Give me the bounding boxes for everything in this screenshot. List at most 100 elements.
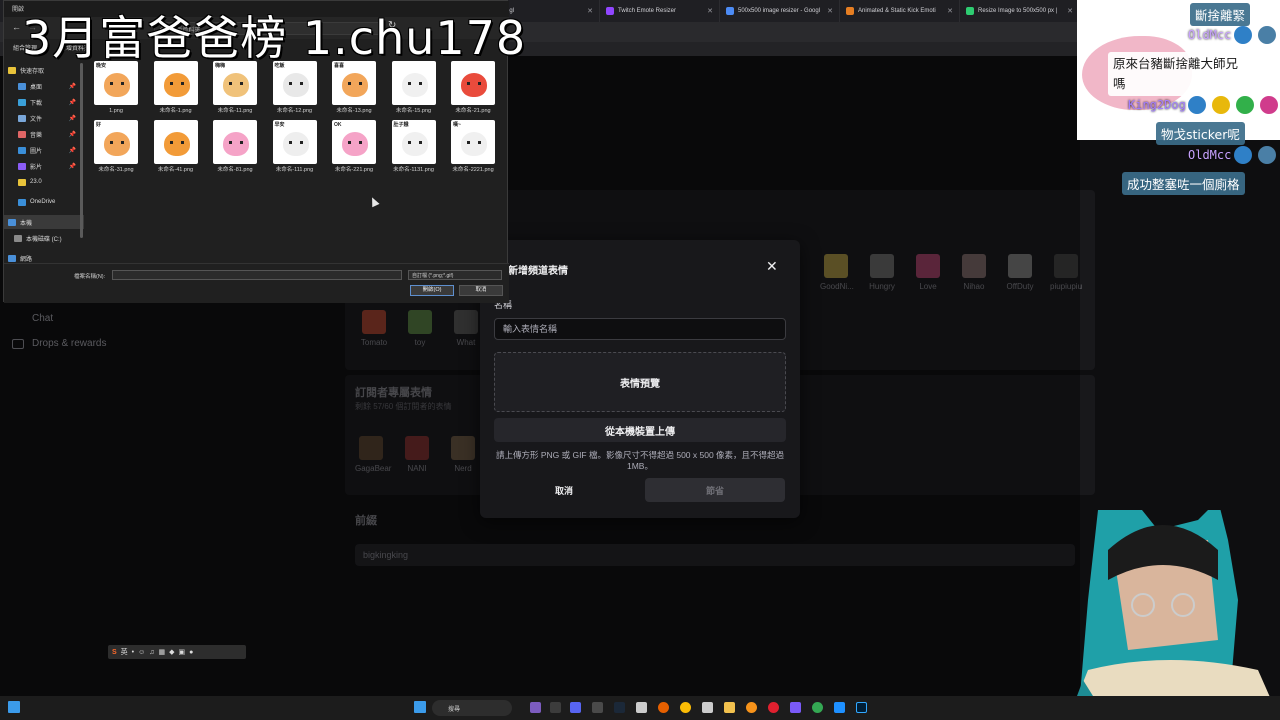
microphone-icon[interactable]: ♫ (149, 649, 154, 656)
file-item[interactable]: 未命名-1.png (150, 61, 202, 115)
chat-username: OldMcc (1188, 28, 1232, 42)
filetype-select[interactable]: 自訂檔 (*.png;*.gif) (408, 270, 502, 280)
discord-icon[interactable] (570, 702, 581, 713)
folder-icon (14, 234, 22, 242)
file-item[interactable]: 未命名-21.png (447, 61, 499, 115)
task-view-icon[interactable] (550, 702, 561, 713)
messenger-icon[interactable] (790, 702, 801, 713)
tab-close-icon[interactable]: ✕ (587, 7, 593, 15)
nav-item[interactable]: 桌面 📌 (4, 79, 84, 93)
nav-item[interactable]: OneDrive (4, 195, 84, 209)
folder-icon (18, 178, 26, 186)
tab-close-icon[interactable]: ✕ (1067, 7, 1073, 15)
app-icon[interactable] (530, 702, 541, 713)
file-item[interactable]: 未命名-81.png (209, 120, 261, 174)
nav-item[interactable]: 圖片 📌 (4, 143, 84, 157)
star-badge-icon (1236, 96, 1254, 114)
file-name: 1.png (109, 108, 123, 114)
keyboard-icon[interactable]: ▦ (159, 648, 166, 656)
file-item[interactable]: OK 未命名-221.png (328, 120, 380, 174)
taskbar-search[interactable]: 搜尋 (432, 700, 512, 716)
nav-item-label: 影片 (30, 164, 43, 171)
file-thumbnail (153, 120, 198, 164)
filename-input[interactable] (112, 270, 402, 280)
file-item[interactable]: 嗨嗨 未命名-11.png (209, 61, 261, 115)
cancel-button[interactable]: 取消 (494, 478, 634, 502)
nav-item[interactable]: 本機磁碟 (C:) (4, 231, 84, 245)
chrome-alt-icon[interactable] (812, 702, 823, 713)
app-icon[interactable] (834, 702, 845, 713)
folder-icon (18, 146, 26, 154)
toolbox-icon[interactable]: ▣ (179, 648, 186, 656)
photoshop-icon[interactable] (856, 702, 867, 713)
mascot-icon[interactable]: ● (189, 649, 193, 656)
window-icon[interactable] (636, 702, 647, 713)
windows-start-icon[interactable] (414, 701, 426, 713)
file-name: 未命名-221.png (334, 167, 374, 173)
file-name: 未命名-111.png (275, 167, 314, 173)
file-name: 未命名-1.png (159, 108, 192, 114)
file-explorer-icon[interactable] (724, 702, 735, 713)
upload-help-text: 請上傳方形 PNG 或 GIF 檔。影像尺寸不得超過 500 x 500 像素，… (495, 450, 785, 471)
avatar (1258, 26, 1276, 44)
file-item[interactable]: 嘆~ 未命名-2221.png (447, 120, 499, 174)
nav-scrollbar[interactable] (80, 63, 83, 238)
file-item[interactable]: 吃飯 未命名-12.png (269, 61, 321, 115)
opera-icon[interactable] (768, 702, 779, 713)
open-button[interactable]: 開啟(O) (410, 285, 454, 296)
modal-title: 新增頻道表情 (508, 266, 568, 277)
chat-message: 成功整塞咗一個廁格 (1122, 172, 1245, 195)
nav-item[interactable]: 下載 📌 (4, 95, 84, 109)
chrome-icon[interactable] (680, 702, 691, 713)
file-name: 未命名-2221.png (452, 167, 494, 173)
upload-from-device-button[interactable]: 從本機裝置上傳 (494, 418, 786, 442)
browser-tab[interactable]: Twitch Emote Resizer ✕ (600, 0, 720, 22)
emoji-icon[interactable]: ☺ (138, 649, 145, 656)
save-button[interactable]: 節省 (645, 478, 785, 502)
folder-icon (8, 218, 16, 226)
punctuation-icon[interactable]: • (132, 649, 134, 656)
folder-icon (8, 254, 16, 262)
dialog-footer (4, 263, 509, 303)
file-item[interactable]: 好未命名-31.png (90, 120, 142, 174)
chat-message: 斷捨離緊 (1190, 3, 1251, 26)
close-icon[interactable]: ✕ (766, 258, 778, 275)
folder-icon (18, 198, 26, 206)
browser-tab[interactable]: Animated & Static Kick Emoti ✕ (840, 0, 960, 22)
file-item[interactable]: 未命名-15.png (388, 61, 440, 115)
tab-close-icon[interactable]: ✕ (947, 7, 953, 15)
tab-close-icon[interactable]: ✕ (707, 7, 713, 15)
browser-tab[interactable]: Resize Image to 500x500 px | ✕ (960, 0, 1080, 22)
file-item[interactable]: 未命名-41.png (150, 120, 202, 174)
browser-tab[interactable]: 500x500 image resizer - Googl ✕ (720, 0, 840, 22)
ime-language-toggle[interactable]: 英 (121, 647, 128, 657)
nav-item-label: OneDrive (30, 199, 56, 205)
folder-icon (8, 66, 16, 74)
start-menu-icon[interactable] (8, 701, 20, 713)
emote-name-input[interactable] (494, 318, 786, 340)
firefox-icon[interactable] (658, 702, 669, 713)
file-name: 未命名-12.png (276, 108, 313, 114)
obs-icon[interactable] (592, 702, 603, 713)
capcut-icon[interactable] (702, 702, 713, 713)
nav-item[interactable]: 本機 (4, 215, 84, 229)
tab-favicon-icon (606, 7, 614, 15)
nav-item[interactable]: 音樂 📌 (4, 127, 84, 141)
nav-item[interactable]: 23.0 (4, 175, 84, 189)
file-item[interactable]: 晚安 1.png (90, 61, 142, 115)
stream-overlay-title: 3月富爸爸榜 1.chu178 (22, 11, 527, 65)
nav-item[interactable]: 文件 📌 (4, 111, 84, 125)
file-item[interactable]: 早安 未命名-111.png (269, 120, 321, 174)
coin-app-icon[interactable] (746, 702, 757, 713)
nav-item[interactable]: 影片 📌 (4, 159, 84, 173)
pin-icon: 📌 (68, 99, 76, 106)
folder-icon (18, 130, 26, 138)
dialog-cancel-button[interactable]: 取消 (459, 285, 503, 296)
file-item[interactable]: 喜喜 未命名-13.png (328, 61, 380, 115)
back-arrow-icon[interactable]: ← (12, 22, 21, 32)
avatar (1260, 96, 1278, 114)
steam-icon[interactable] (614, 702, 625, 713)
tab-close-icon[interactable]: ✕ (827, 7, 833, 15)
skin-icon[interactable]: ◆ (169, 648, 174, 656)
file-item[interactable]: 肚子餓 未命名-1131.png (388, 120, 440, 174)
